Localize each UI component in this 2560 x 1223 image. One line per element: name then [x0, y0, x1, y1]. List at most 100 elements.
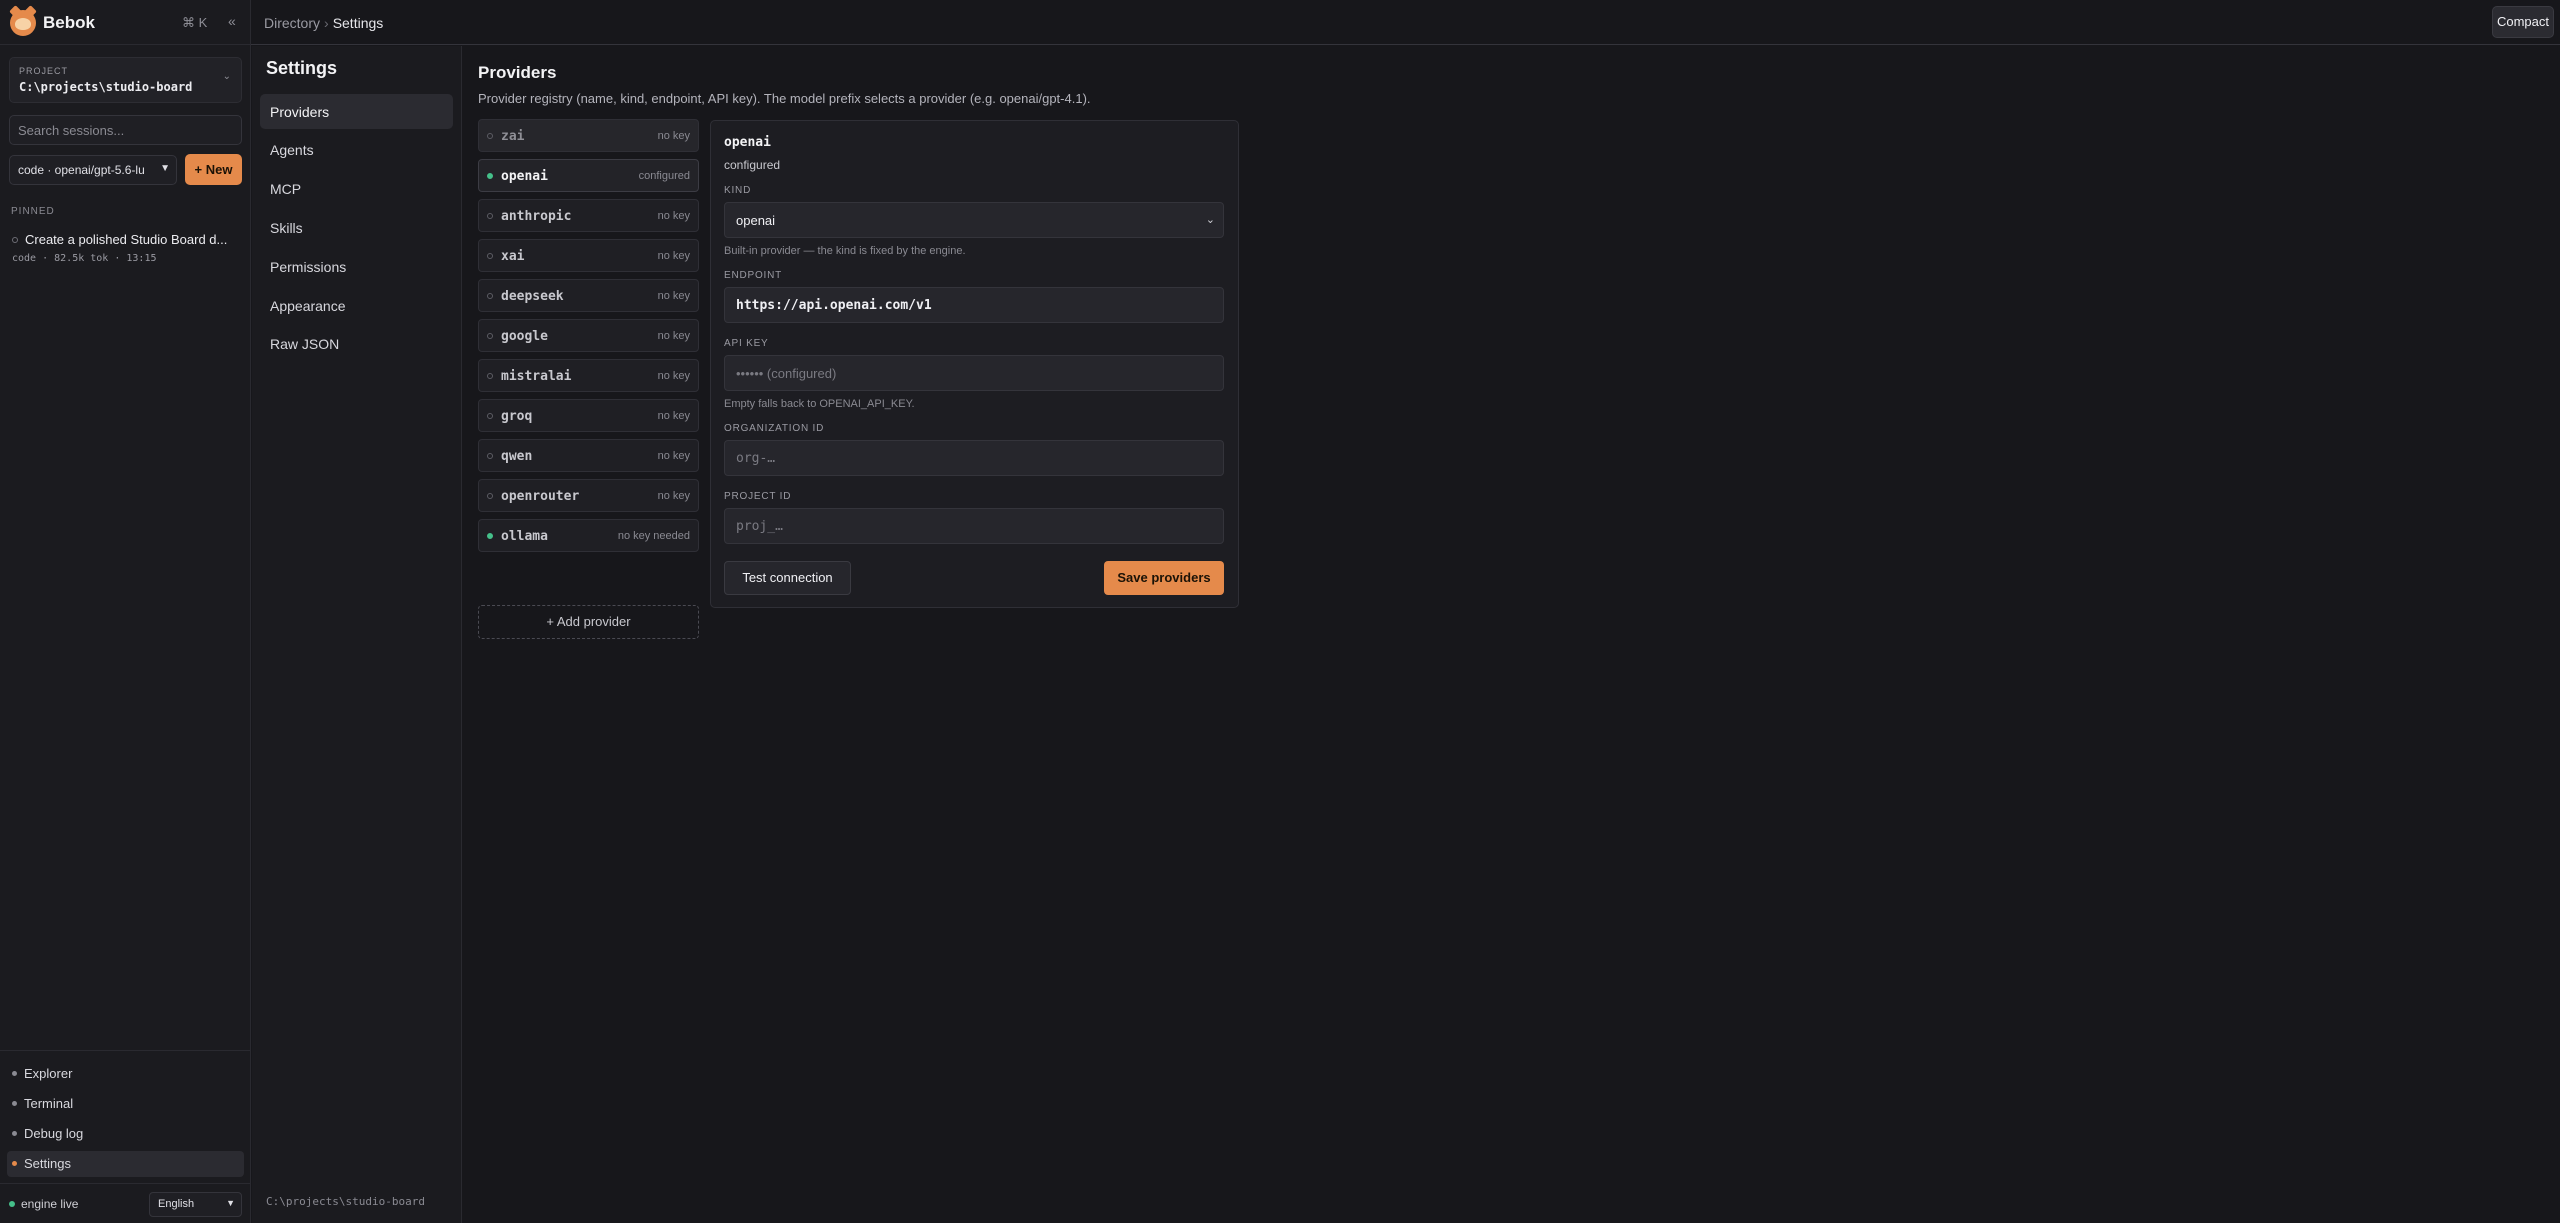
- kind-label: KIND: [724, 185, 752, 196]
- project-id-placeholder: proj_…: [736, 519, 783, 534]
- settings-footer-path: C:\projects\studio-board: [266, 1195, 425, 1208]
- provider-row-openai[interactable]: openai configured: [478, 159, 699, 192]
- settings-nav-label: Appearance: [270, 298, 346, 314]
- provider-row-openrouter[interactable]: openrouter no key: [478, 479, 699, 512]
- new-session-button[interactable]: + New: [185, 154, 242, 185]
- provider-status: no key: [657, 370, 690, 382]
- provider-status: no key: [657, 450, 690, 462]
- settings-nav-label: MCP: [270, 181, 302, 197]
- bottom-nav: Explorer Terminal Debug log Settings: [0, 1050, 251, 1177]
- save-providers-button[interactable]: Save providers: [1104, 561, 1224, 595]
- provider-name: openai: [501, 169, 548, 184]
- provider-name: xai: [501, 249, 525, 264]
- chevron-down-icon: ⌄: [222, 71, 231, 82]
- nav-item-terminal[interactable]: Terminal: [7, 1091, 244, 1117]
- provider-detail-status: configured: [724, 158, 781, 172]
- app-sidebar: Bebok ⌘ K « PROJECT C:\projects\studio-b…: [0, 0, 251, 1223]
- status-dot-icon: [487, 373, 493, 379]
- session-search-input[interactable]: [9, 115, 242, 145]
- provider-row-google[interactable]: google no key: [478, 319, 699, 352]
- endpoint-field[interactable]: https://api.openai.com/v1: [724, 287, 1224, 323]
- provider-status: no key: [657, 250, 690, 262]
- kind-select-value: openai: [736, 213, 776, 228]
- nav-item-settings[interactable]: Settings: [7, 1151, 244, 1177]
- main-content: Providers Provider registry (name, kind,…: [463, 46, 2560, 1223]
- engine-status-label: engine live: [21, 1197, 79, 1211]
- provider-name: openrouter: [501, 489, 580, 504]
- session-status-icon: [12, 237, 18, 243]
- settings-nav-agents[interactable]: Agents: [260, 132, 453, 167]
- settings-title: Settings: [266, 58, 338, 78]
- status-dot-icon: [487, 333, 493, 339]
- provider-row-deepseek[interactable]: deepseek no key: [478, 279, 699, 312]
- provider-row-ollama[interactable]: ollama no key needed: [478, 519, 699, 552]
- provider-row-anthropic[interactable]: anthropic no key: [478, 199, 699, 232]
- chevron-down-icon: ▼: [157, 163, 170, 174]
- nav-item-label: Debug log: [24, 1126, 84, 1141]
- provider-name: ollama: [501, 529, 548, 544]
- status-dot-icon: [487, 213, 493, 219]
- endpoint-value: https://api.openai.com/v1: [736, 298, 932, 313]
- project-selector[interactable]: PROJECT C:\projects\studio-board ⌄: [9, 57, 242, 103]
- nav-item-label: Settings: [24, 1156, 71, 1171]
- provider-status: no key: [657, 290, 690, 302]
- nav-item-debug-log[interactable]: Debug log: [7, 1121, 244, 1147]
- provider-name: zai: [501, 129, 525, 144]
- provider-name: qwen: [501, 449, 533, 464]
- nav-item-explorer[interactable]: Explorer: [7, 1061, 244, 1087]
- settings-nav-appearance[interactable]: Appearance: [260, 288, 453, 323]
- test-connection-button[interactable]: Test connection: [724, 561, 851, 595]
- provider-row-xai[interactable]: xai no key: [478, 239, 699, 272]
- chevron-down-icon: ▼: [226, 1198, 235, 1208]
- bullet-icon: [12, 1161, 17, 1166]
- breadcrumb: Directory › Settings: [264, 15, 383, 31]
- compact-button[interactable]: Compact: [2492, 6, 2554, 38]
- provider-row-groq[interactable]: groq no key: [478, 399, 699, 432]
- api-key-field[interactable]: •••••• (configured): [724, 355, 1224, 391]
- settings-nav-raw-json[interactable]: Raw JSON: [260, 326, 453, 361]
- settings-nav-providers[interactable]: Providers: [260, 94, 453, 129]
- page-description: Provider registry (name, kind, endpoint,…: [478, 91, 1091, 106]
- status-bar: engine live English ▼: [0, 1183, 251, 1223]
- settings-nav-mcp[interactable]: MCP: [260, 171, 453, 206]
- add-provider-button[interactable]: + Add provider: [478, 605, 699, 639]
- provider-status: no key: [657, 330, 690, 342]
- language-select[interactable]: English ▼: [149, 1192, 242, 1217]
- provider-name: groq: [501, 409, 533, 424]
- project-path: C:\projects\studio-board: [19, 80, 193, 94]
- collapse-sidebar-icon[interactable]: «: [228, 13, 236, 29]
- bebok-logo-icon: [10, 10, 36, 36]
- api-key-label: API KEY: [724, 338, 769, 349]
- settings-nav-label: Skills: [270, 220, 303, 236]
- provider-name: deepseek: [501, 289, 564, 304]
- breadcrumb-directory[interactable]: Directory: [264, 15, 320, 31]
- project-id-field[interactable]: proj_…: [724, 508, 1224, 544]
- provider-status: no key needed: [617, 530, 690, 542]
- session-title: Create a polished Studio Board d...: [25, 232, 228, 247]
- nav-item-label: Explorer: [24, 1066, 73, 1081]
- model-select[interactable]: code · openai/gpt-5.6-lu ▼: [9, 155, 177, 185]
- pinned-caption: PINNED: [11, 206, 55, 217]
- provider-row-qwen[interactable]: qwen no key: [478, 439, 699, 472]
- settings-nav-label: Providers: [270, 104, 330, 120]
- session-item[interactable]: Create a polished Studio Board d... code…: [8, 228, 244, 270]
- kind-select[interactable]: openai ⌄: [724, 202, 1224, 238]
- status-dot-icon: [487, 293, 493, 299]
- status-dot-icon: [487, 133, 493, 139]
- provider-status: no key: [657, 410, 690, 422]
- engine-status-icon: [9, 1201, 15, 1207]
- model-select-value: code · openai/gpt-5.6-lu: [18, 163, 145, 177]
- organization-id-field[interactable]: org-…: [724, 440, 1224, 476]
- command-palette-shortcut[interactable]: ⌘ K: [182, 15, 207, 31]
- settings-nav-skills[interactable]: Skills: [260, 210, 453, 245]
- status-dot-icon: [487, 493, 493, 499]
- provider-status: no key: [657, 210, 690, 222]
- provider-name: mistralai: [501, 369, 572, 384]
- provider-status: configured: [638, 170, 690, 182]
- settings-nav-label: Agents: [270, 142, 314, 158]
- provider-row-zai[interactable]: zai no key: [478, 119, 699, 152]
- bullet-icon: [12, 1131, 17, 1136]
- provider-row-mistralai[interactable]: mistralai no key: [478, 359, 699, 392]
- settings-nav-permissions[interactable]: Permissions: [260, 249, 453, 284]
- organization-id-placeholder: org-…: [736, 451, 776, 466]
